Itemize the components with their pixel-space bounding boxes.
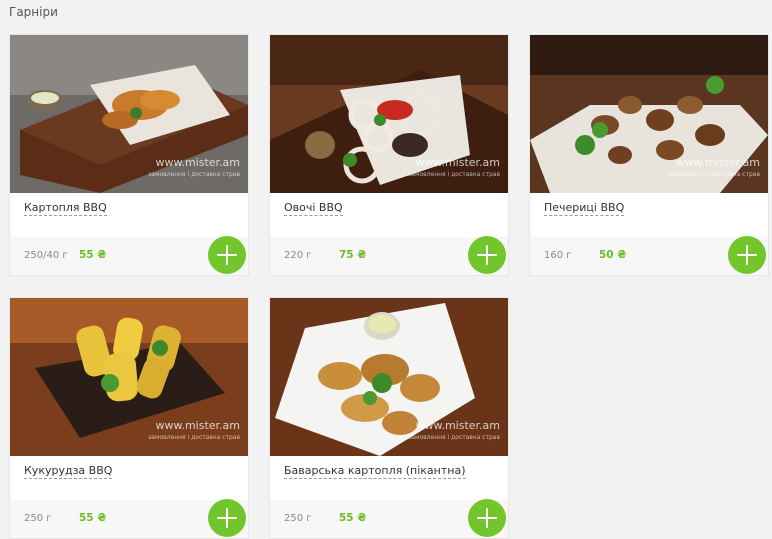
product-photo[interactable]: www.mister.am замовлення і доставка страв [270,35,508,193]
product-name[interactable]: Баварська картопля (пікантна) [284,464,466,479]
product-weight: 160 г [544,250,572,261]
product-name[interactable]: Кукурудза BBQ [24,464,113,479]
product-price: 55 ₴ [339,512,367,524]
card-footer: 160 г 50 ₴ [530,236,768,275]
product-photo[interactable]: www.mister.am замовлення і доставка страв [10,35,248,193]
product-photo[interactable]: www.mister.am замовлення і доставка страв [10,298,248,456]
product-name[interactable]: Овочі BBQ [284,201,343,216]
product-photo[interactable]: www.mister.am замовлення і доставка страв [530,35,768,193]
product-name[interactable]: Печериці BBQ [544,201,625,216]
product-price: 55 ₴ [79,512,107,524]
product-card: www.mister.am замовлення і доставка страв… [10,35,248,275]
product-price: 75 ₴ [339,249,367,261]
card-footer: 250/40 г 55 ₴ [10,236,248,275]
product-card: www.mister.am замовлення і доставка страв… [270,35,508,275]
product-weight: 250 г [24,513,52,524]
add-to-cart-button[interactable] [208,236,246,274]
card-footer: 250 г 55 ₴ [270,499,508,538]
card-footer: 220 г 75 ₴ [270,236,508,275]
product-name[interactable]: Картопля BBQ [24,201,107,216]
product-weight: 250/40 г [24,250,68,261]
section-title: Гарніри [9,5,58,19]
product-photo[interactable]: www.mister.am замовлення і доставка страв [270,298,508,456]
product-price: 50 ₴ [599,249,627,261]
watermark: www.mister.am замовлення і доставка страв [148,156,240,179]
product-weight: 250 г [284,513,312,524]
add-to-cart-button[interactable] [208,499,246,537]
watermark: www.mister.am замовлення і доставка страв [408,156,500,179]
product-price: 55 ₴ [79,249,107,261]
watermark: www.mister.am замовлення і доставка страв [668,156,760,179]
add-to-cart-button[interactable] [468,499,506,537]
product-card: www.mister.am замовлення і доставка страв… [270,298,508,538]
add-to-cart-button[interactable] [468,236,506,274]
watermark: www.mister.am замовлення і доставка страв [148,419,240,442]
product-card: www.mister.am замовлення і доставка страв… [10,298,248,538]
product-card: www.mister.am замовлення і доставка страв… [530,35,768,275]
watermark: www.mister.am замовлення і доставка страв [408,419,500,442]
add-to-cart-button[interactable] [728,236,766,274]
product-weight: 220 г [284,250,312,261]
card-footer: 250 г 55 ₴ [10,499,248,538]
